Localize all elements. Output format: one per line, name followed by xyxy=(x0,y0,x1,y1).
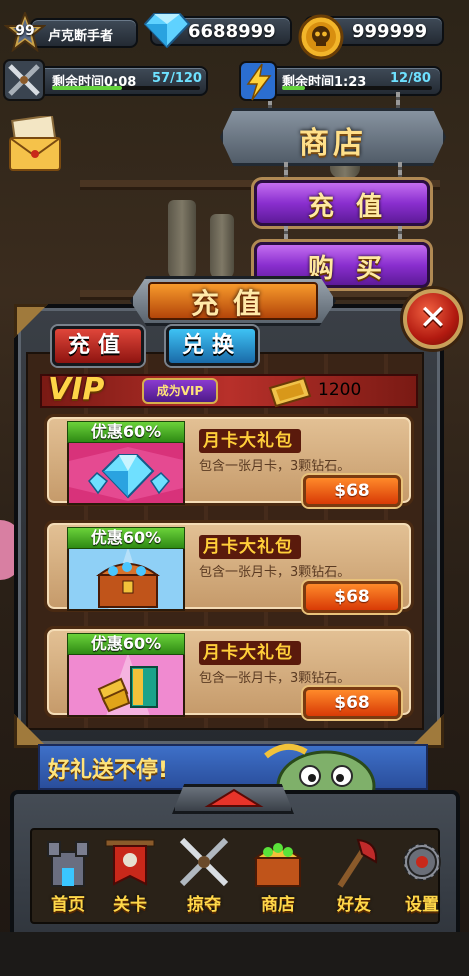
treasure-chest-image xyxy=(67,545,185,611)
level-badge[interactable]: 99 xyxy=(3,10,47,53)
chevron-up-icon xyxy=(204,788,264,807)
nav-settings[interactable]: 设置 xyxy=(388,830,456,922)
energy-progress-track xyxy=(282,86,432,90)
collapse-arrow-button[interactable] xyxy=(204,788,264,808)
discount-badge: 优惠60% xyxy=(67,421,185,443)
gold-amount: 999999 xyxy=(352,21,428,42)
chain xyxy=(396,92,400,110)
gear-icon xyxy=(403,843,441,881)
gold-bars-image xyxy=(67,651,185,717)
energy-progress-track xyxy=(52,86,200,90)
nav-home[interactable]: 首页 xyxy=(34,830,102,922)
bottle xyxy=(168,200,196,280)
vip-ticket-icon xyxy=(264,376,312,408)
buy-price-button[interactable]: $68 xyxy=(303,581,401,613)
nav-label: 好友 xyxy=(337,895,371,915)
chain xyxy=(398,226,402,242)
nav-label: 掠夺 xyxy=(187,895,221,915)
chain xyxy=(398,162,402,180)
panel-title: 充值 xyxy=(190,287,275,320)
nav-stages[interactable]: 关卡 xyxy=(96,830,164,922)
energy-count: 57/120 xyxy=(152,71,202,86)
vip-label: VIP xyxy=(48,372,105,407)
product-description: 包含一张月卡，3颗钻石。 xyxy=(199,671,351,686)
tab-recharge[interactable]: 充值 xyxy=(52,326,144,366)
discount-badge: 优惠60% xyxy=(67,633,185,655)
nav-label: 设置 xyxy=(405,895,439,915)
close-icon: ✕ xyxy=(418,298,448,338)
diamond-amount: 6688999 xyxy=(188,21,276,42)
nav-plunder[interactable]: 掠夺 xyxy=(170,830,238,922)
product-description: 包含一张月卡，3颗钻石。 xyxy=(199,565,351,580)
product-card[interactable]: 优惠60% 月卡大礼包 包含一张月卡，3颗钻石。 $68 xyxy=(44,626,414,719)
lightning-bolt-icon xyxy=(238,58,278,104)
promo-text: 好礼送不停! xyxy=(48,758,169,783)
chain xyxy=(284,226,288,242)
close-button[interactable]: ✕ xyxy=(403,289,463,349)
price-label: $68 xyxy=(334,587,370,607)
product-title: 月卡大礼包 xyxy=(199,429,301,453)
chain xyxy=(284,162,288,180)
treasure-chest-icon xyxy=(253,843,303,887)
player-name: 卢克断手者 xyxy=(48,29,114,44)
vip-points: 1200 xyxy=(318,380,362,400)
product-card[interactable]: 优惠60% 月卡大礼包 包含一张月卡，3颗钻石。 $68 xyxy=(44,414,414,507)
price-label: $68 xyxy=(334,481,370,501)
nav-friends[interactable]: 好友 xyxy=(320,830,388,922)
energy-progress-fill xyxy=(52,86,123,90)
product-title: 月卡大礼包 xyxy=(199,535,301,559)
skull-coin-icon xyxy=(298,14,344,60)
axe-icon xyxy=(337,838,378,888)
discount-badge: 优惠60% xyxy=(67,527,185,549)
level-number: 99 xyxy=(15,23,35,39)
nav-label: 首页 xyxy=(51,895,85,915)
floor xyxy=(0,932,469,976)
diamond-pile-image xyxy=(67,439,185,505)
product-description: 包含一张月卡，3颗钻石。 xyxy=(199,459,351,474)
castle-icon xyxy=(47,841,89,887)
diamond-icon xyxy=(143,12,191,49)
tab-recharge-label: 充值 xyxy=(67,333,128,358)
tab-exchange[interactable]: 兑换 xyxy=(166,326,258,366)
become-vip-button[interactable]: 成为VIP xyxy=(142,378,218,404)
crossed-swords-icon xyxy=(179,837,229,887)
mail-envelope-icon[interactable] xyxy=(8,114,62,172)
tab-exchange-label: 兑换 xyxy=(181,333,242,358)
price-label: $68 xyxy=(334,693,370,713)
banner-icon xyxy=(105,839,155,886)
energy-count: 12/80 xyxy=(390,71,431,86)
product-title: 月卡大礼包 xyxy=(199,641,301,665)
energy-progress-fill xyxy=(282,86,305,90)
crossed-swords-icon xyxy=(2,58,46,102)
menu-recharge-label: 充值 xyxy=(307,192,404,222)
buy-price-button[interactable]: $68 xyxy=(303,475,401,507)
become-vip-label: 成为VIP xyxy=(156,384,204,398)
buy-price-button[interactable]: $68 xyxy=(303,687,401,719)
nav-label: 商店 xyxy=(261,895,295,915)
product-card[interactable]: 优惠60% 月卡大礼包 包含一张月卡，3颗钻石。 $68 xyxy=(44,520,414,613)
shop-sign-label: 商店 xyxy=(299,126,367,161)
nav-shop[interactable]: 商店 xyxy=(244,830,312,922)
nav-label: 关卡 xyxy=(113,895,147,915)
bottle xyxy=(210,214,234,280)
